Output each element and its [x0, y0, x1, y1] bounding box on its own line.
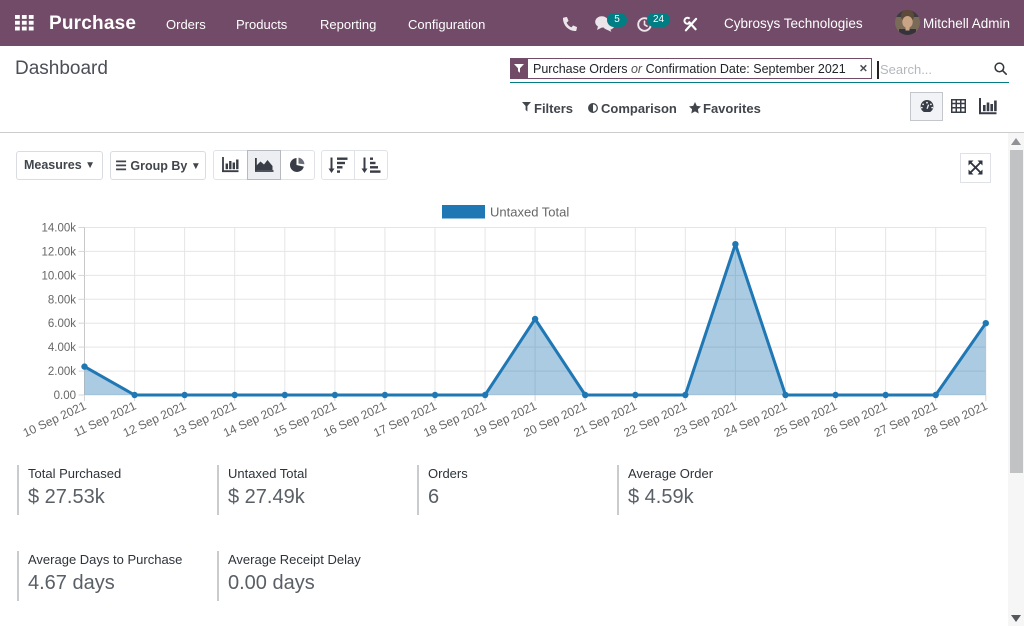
svg-text:10.00k: 10.00k — [41, 270, 76, 282]
svg-text:8.00k: 8.00k — [48, 294, 76, 306]
svg-text:14.00k: 14.00k — [41, 223, 76, 235]
svg-text:2.00k: 2.00k — [48, 366, 76, 378]
svg-text:Untaxed Total: Untaxed Total — [490, 205, 569, 220]
svg-text:12.00k: 12.00k — [41, 246, 76, 258]
svg-text:4.00k: 4.00k — [48, 342, 76, 354]
svg-text:0.00: 0.00 — [54, 390, 76, 402]
svg-text:6.00k: 6.00k — [48, 318, 76, 330]
